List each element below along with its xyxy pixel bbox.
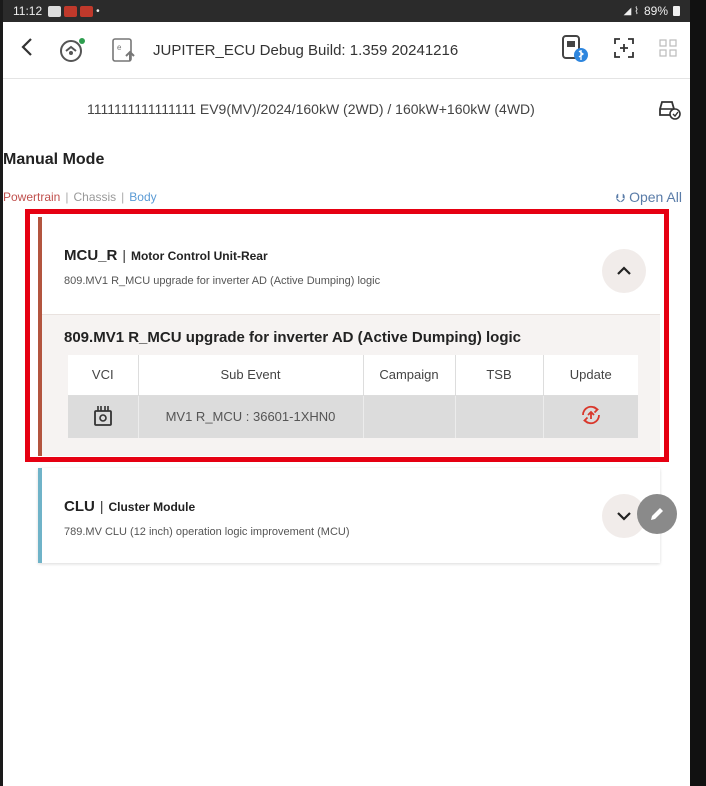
edit-floating-button[interactable] <box>637 494 677 534</box>
vci-bluetooth-button[interactable] <box>558 32 590 69</box>
module-card-clu: CLU | Cluster Module 789.MV CLU (12 inch) … <box>38 468 660 563</box>
grid-menu-button[interactable] <box>658 38 678 63</box>
filter-separator: | <box>121 190 125 204</box>
module-summary: 789.MV CLU (12 inch) operation logic imp… <box>64 526 350 538</box>
chevron-left-icon <box>21 38 32 56</box>
vehicle-settings-button[interactable] <box>656 95 682 124</box>
module-separator: | <box>99 498 104 514</box>
toolbar-title: JUPITER_ECU Debug Build: 1.359 20241216 <box>153 41 459 59</box>
system-filter-tabs: Powertrain | Chassis | Body <box>3 190 157 204</box>
pencil-icon <box>651 508 663 520</box>
app-screen: 11:12 • ◢ ⌇ 89% e JUPITER_ECU Debug Buil… <box>3 0 690 786</box>
ecu-upgrade-button[interactable]: e <box>105 31 143 69</box>
vci-bluetooth-icon <box>562 34 588 62</box>
vehicle-info-bar: 1111111111111111 EV9(MV)/2024/160kW (2WD… <box>3 78 690 138</box>
vehicle-description: 1111111111111111 EV9(MV)/2024/160kW (2WD… <box>87 100 535 117</box>
module-header: CLU | Cluster Module <box>64 498 195 515</box>
page-title: Manual Mode <box>3 151 105 168</box>
battery-icon <box>673 6 680 16</box>
back-button[interactable] <box>15 37 39 63</box>
dot-icon: • <box>96 5 100 17</box>
ecu-upload-icon: e <box>112 38 135 62</box>
status-bar: 11:12 • ◢ ⌇ 89% <box>3 0 690 22</box>
status-right: ◢ ⌇ 89% <box>624 4 680 18</box>
tab-body[interactable]: Body <box>129 190 156 204</box>
double-chevron-down-icon: ⮋ <box>616 191 626 205</box>
open-all-label: Open All <box>629 189 682 205</box>
battery-level: 89% <box>643 4 668 18</box>
module-name: Cluster Module <box>108 500 196 514</box>
app-notification-icon <box>64 5 78 17</box>
capture-button[interactable] <box>612 36 636 65</box>
device-frame-right <box>690 0 706 786</box>
filter-separator: | <box>65 190 69 204</box>
app-notification-icon <box>80 5 94 17</box>
app-toolbar: e JUPITER_ECU Debug Build: 1.359 2024121… <box>3 22 690 78</box>
toolbar-actions <box>558 32 678 69</box>
chevron-down-icon <box>617 512 631 521</box>
notification-icon <box>48 5 62 17</box>
diagnostic-button[interactable] <box>53 31 91 69</box>
svg-text:e: e <box>117 43 122 52</box>
signal-icon: ◢ ⌇ <box>623 5 639 17</box>
gauge-settings-icon <box>60 38 85 62</box>
tab-chassis[interactable]: Chassis <box>73 190 116 204</box>
module-code: CLU <box>64 498 95 515</box>
car-settings-icon <box>659 101 681 120</box>
tab-powertrain[interactable]: Powertrain <box>3 190 60 204</box>
grid-icon <box>659 38 677 57</box>
status-time: 11:12 <box>13 4 43 18</box>
screen-capture-icon <box>614 37 634 58</box>
open-all-button[interactable]: ⮋ Open All <box>616 189 682 206</box>
highlight-annotation <box>25 209 669 462</box>
